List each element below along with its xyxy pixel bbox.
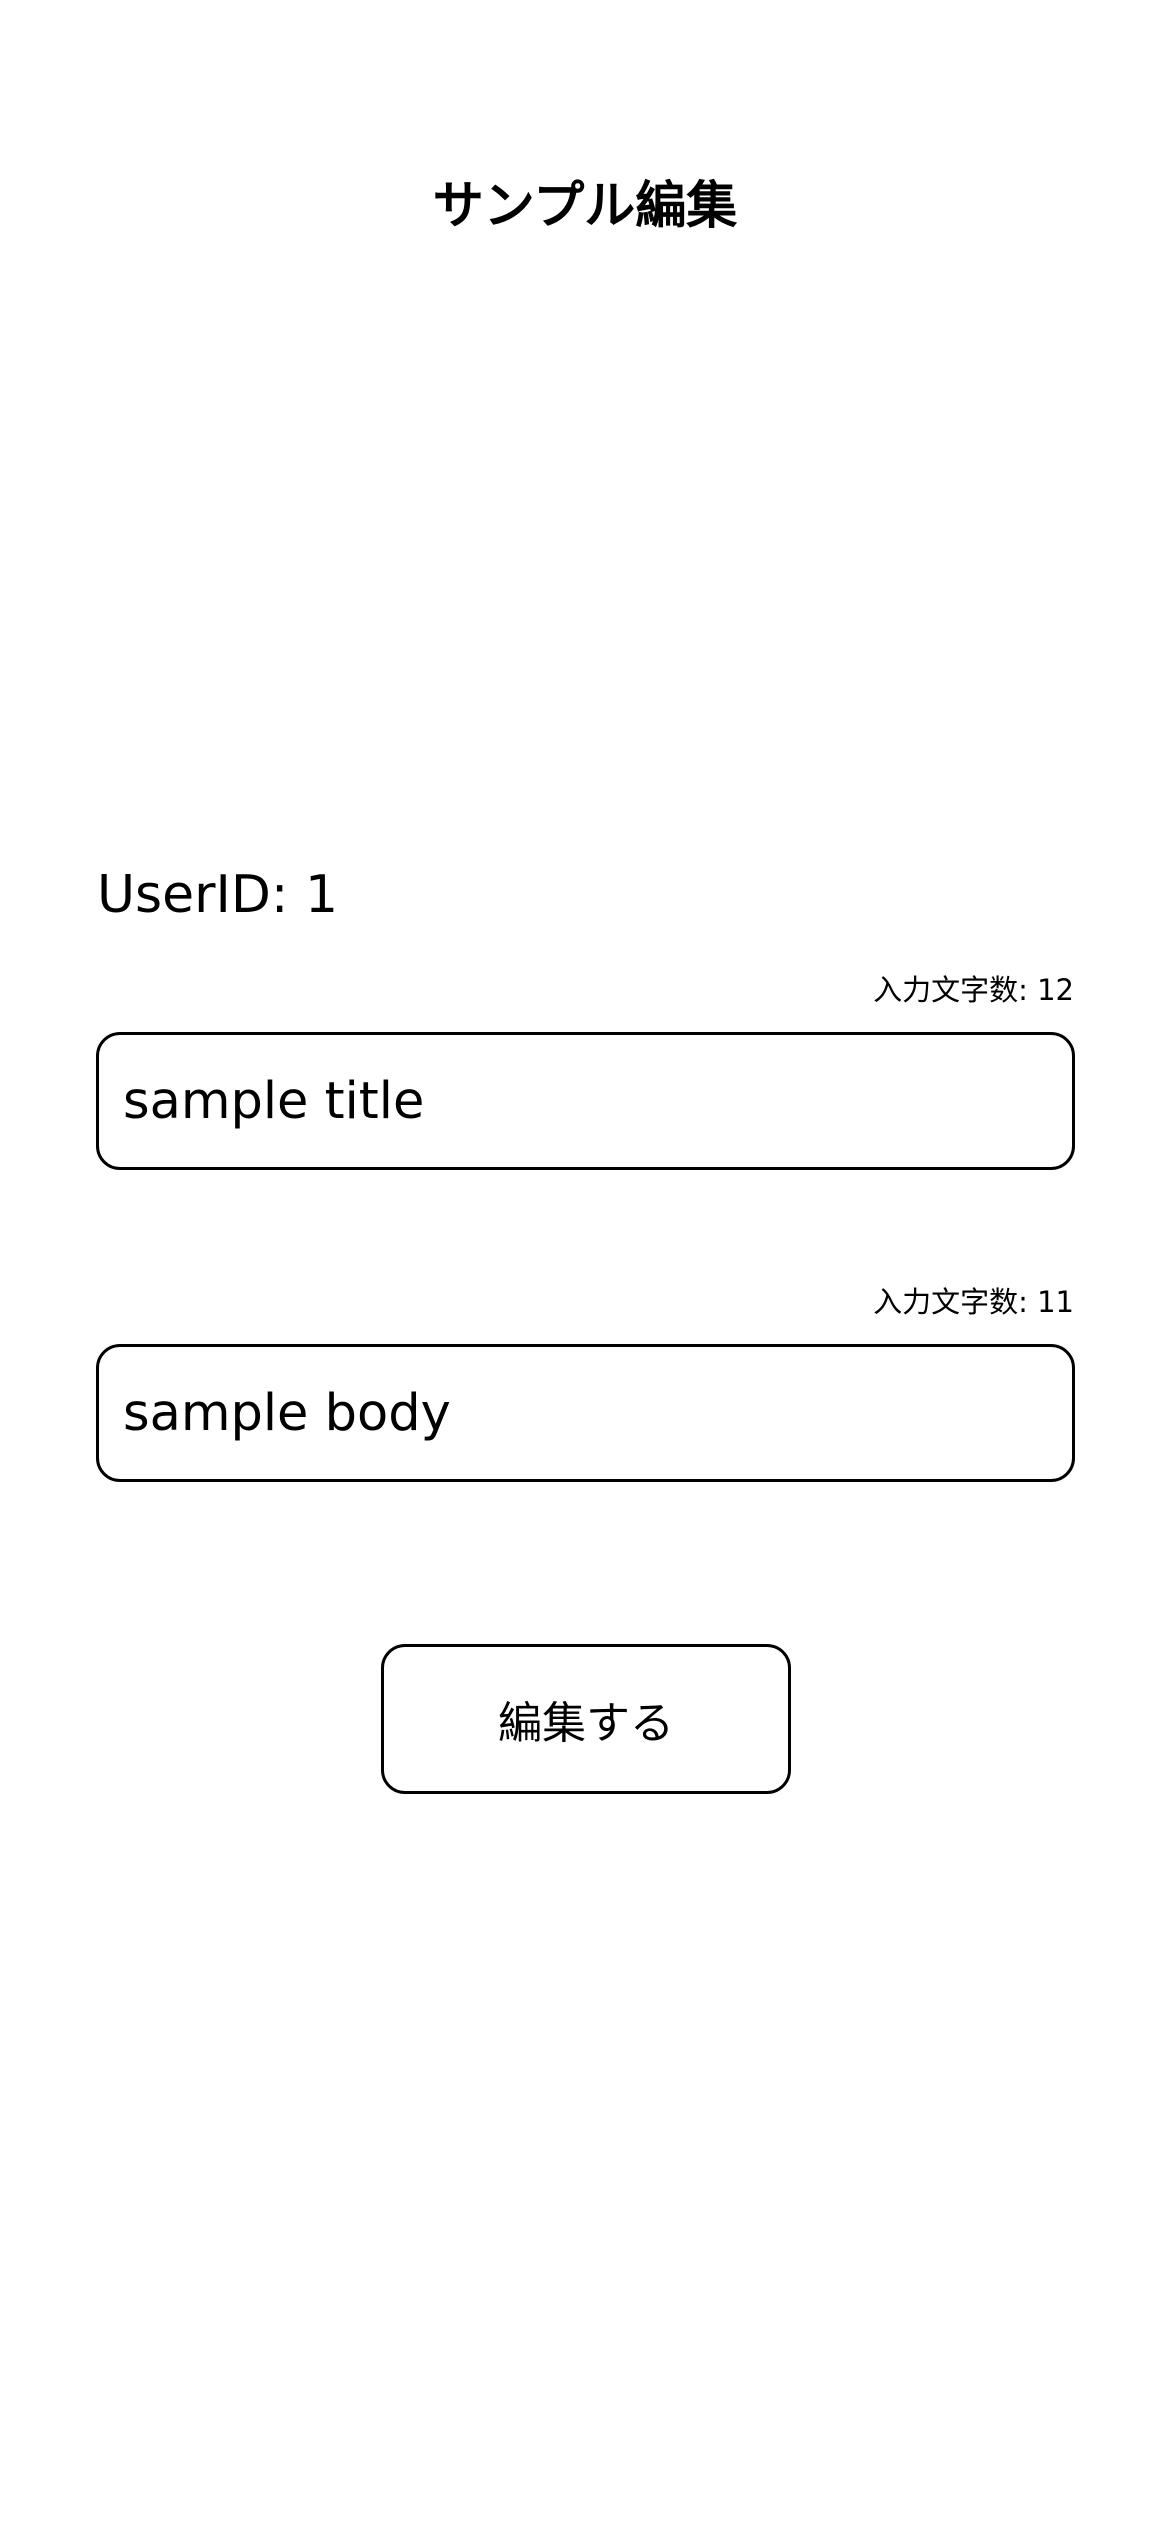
body-input[interactable] bbox=[96, 1344, 1075, 1482]
body-char-count: 入力文字数: 11 bbox=[873, 1285, 1074, 1319]
title-char-count: 入力文字数: 12 bbox=[873, 973, 1074, 1007]
edit-button-label: 編集する bbox=[498, 1698, 674, 1749]
title-input[interactable] bbox=[96, 1032, 1075, 1170]
edit-button[interactable]: 編集する bbox=[381, 1644, 791, 1794]
user-id-label: UserID: 1 bbox=[97, 865, 339, 925]
nav-title: サンプル編集 bbox=[432, 177, 738, 236]
